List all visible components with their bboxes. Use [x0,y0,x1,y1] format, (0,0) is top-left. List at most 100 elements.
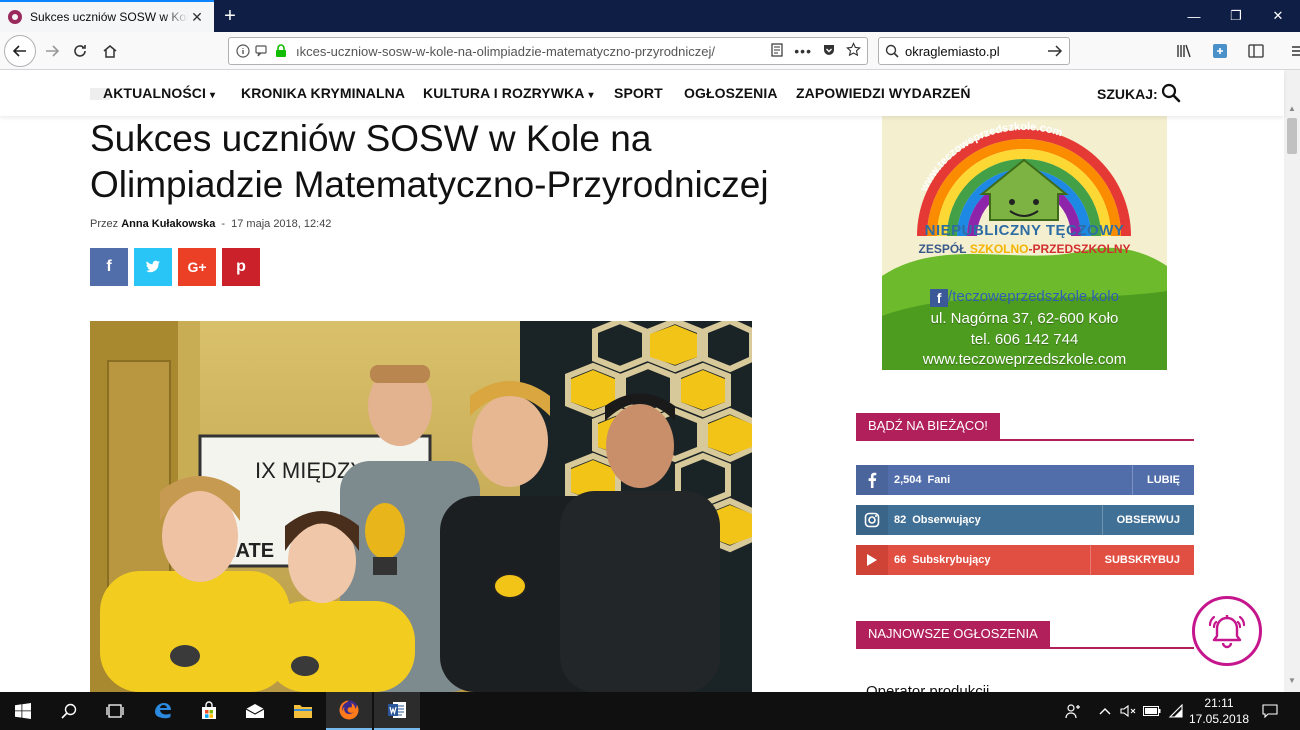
folder-icon [294,705,312,718]
toolbar-right-group [1170,37,1300,65]
tray-wifi[interactable] [1166,692,1186,730]
instagram-follow-button[interactable]: OBSERWUJ [1101,505,1194,535]
notification-bell-button[interactable] [1192,596,1262,666]
share-twitter-button[interactable] [134,248,172,286]
task-view-button[interactable] [92,692,138,730]
share-pinterest-button[interactable]: p [222,248,260,286]
share-facebook-button[interactable]: f [90,248,128,286]
share-googleplus-button[interactable]: G+ [178,248,216,286]
close-window-button[interactable]: ✕ [1258,0,1298,32]
search-icon [885,44,899,58]
bookmark-star-icon[interactable] [846,42,861,60]
taskbar-word[interactable] [374,692,420,730]
taskbar-firefox[interactable] [326,692,372,730]
extension-button[interactable] [1206,37,1234,65]
forward-button[interactable] [38,37,66,65]
bell-icon [1208,615,1246,649]
back-button[interactable] [4,35,36,67]
pocket-icon[interactable] [822,43,836,60]
search-icon [61,703,77,719]
search-bar[interactable]: okraglemiasto.pl [878,37,1070,65]
library-button[interactable] [1170,37,1198,65]
scroll-down-icon[interactable]: ▼ [1284,676,1300,690]
social-row-facebook[interactable]: 2,504 Fani LUBIĘ [856,465,1194,495]
ad-phone: tel. 606 142 744 [970,331,1079,348]
taskbar-clock[interactable]: 21:11 17.05.2018 [1184,695,1254,727]
info-icon[interactable] [235,43,251,59]
nav-item-kultura-i-rozrywka[interactable]: KULTURA I ROZRYWKA ▾ [423,85,594,101]
start-button[interactable] [0,692,46,730]
nav-item-aktualnosci[interactable]: AKTUALNOŚCI ▾ [103,85,215,101]
lock-icon[interactable] [273,43,289,59]
mail-icon [245,704,265,718]
facebook-label: Fani [927,474,951,486]
taskbar-mail[interactable] [232,692,278,730]
reader-view-icon[interactable] [770,42,784,60]
tray-battery[interactable] [1142,692,1162,730]
tray-volume[interactable] [1118,692,1138,730]
article-title: Sukces uczniów SOSW w Kole na Olimpiadzi… [90,118,769,205]
firefox-icon [339,700,359,720]
youtube-icon [856,545,888,575]
instagram-icon [856,505,888,535]
taskbar-store[interactable] [186,692,232,730]
ad-address: ul. Nagórna 37, 62-600 Koło [930,310,1119,327]
nav-item-ogloszenia[interactable]: OGŁOSZENIA [684,85,778,101]
sidebar-ad-banner[interactable]: www.teczoweprzedszkole.com NIEPUBLICZNY … [882,116,1167,370]
menu-button[interactable] [1284,37,1300,65]
address-bar[interactable]: ıkces-uczniow-sosw-w-kole-na-olimpiadzie… [228,37,868,65]
taskbar-search-button[interactable] [46,692,92,730]
battery-icon [1143,706,1161,716]
site-search-icon[interactable] [1160,82,1182,104]
instagram-count: 82 [894,514,907,526]
nav-item-label: AKTUALNOŚCI [103,85,206,101]
byline-separator: - [221,218,226,230]
store-icon [202,701,216,719]
hamburger-menu-icon [1292,46,1300,56]
page-actions-icon[interactable]: ••• [794,43,812,59]
new-tab-button[interactable]: + [218,4,242,28]
twitter-icon [145,260,160,273]
minimize-button[interactable]: — [1174,0,1214,32]
social-row-instagram[interactable]: 82 Obserwujący OBSERWUJ [856,505,1194,535]
facebook-like-button[interactable]: LUBIĘ [1132,465,1194,495]
youtube-subscribe-button[interactable]: SUBSKRYBUJ [1089,545,1194,575]
search-go-icon[interactable] [1047,44,1063,58]
youtube-label: Subskrybujący [912,554,991,566]
tray-overflow-chevron[interactable] [1095,692,1115,730]
edge-icon [155,703,171,719]
ad-name-line1: NIEPUBLICZNY TĘCZOWY [924,222,1125,239]
action-center-button[interactable] [1258,692,1282,730]
article-photo[interactable]: IX MIĘDZY IATE [90,321,752,692]
article-byline: Przez Anna Kułakowska - 17 maja 2018, 12… [90,218,331,230]
nav-item-label: SPORT [614,85,663,101]
page-scrollbar[interactable] [1284,70,1300,692]
browser-tab[interactable]: Sukces uczniów SOSW w Kole na Olimpiadzi… [0,0,214,32]
word-icon [388,702,406,718]
facebook-icon [856,465,888,495]
taskbar-edge[interactable] [140,692,186,730]
tray-people[interactable] [1060,692,1086,730]
stay-updated-title: BĄDŹ NA BIEŻĄCO! [856,413,1000,439]
scrollbar-thumb[interactable] [1287,118,1297,154]
permissions-icon[interactable] [254,43,270,59]
nav-item-zapowiedzi-wydarzen[interactable]: ZAPOWIEDZI WYDARZEŃ [796,85,971,101]
article-date: 17 maja 2018, 12:42 [231,218,332,230]
sidebar-toggle-button[interactable] [1242,37,1270,65]
social-row-youtube[interactable]: 66 Subskrybujący SUBSKRYBUJ [856,545,1194,575]
instagram-label: Obserwujący [912,514,981,526]
author-link[interactable]: Anna Kułakowska [121,218,215,230]
reload-button[interactable] [66,37,94,65]
restore-button[interactable]: ❐ [1216,0,1256,32]
people-icon [1065,704,1080,719]
scroll-up-icon[interactable]: ▲ [1284,104,1300,116]
site-main-nav: AKTUALNOŚCI ▾ KRONIKA KRYMINALNA KULTURA … [0,70,1284,116]
nav-item-sport[interactable]: SPORT [614,85,663,101]
clock-date: 17.05.2018 [1188,712,1250,726]
home-button[interactable] [96,37,124,65]
nav-item-kronika-kryminalna[interactable]: KRONIKA KRYMINALNA [241,85,405,101]
tab-title: Sukces uczniów SOSW w Kole na Olimpiadzi… [30,10,188,24]
taskbar-file-explorer[interactable] [280,692,326,730]
tab-close-icon[interactable]: ✕ [188,9,206,26]
arrow-right-icon [46,45,60,57]
